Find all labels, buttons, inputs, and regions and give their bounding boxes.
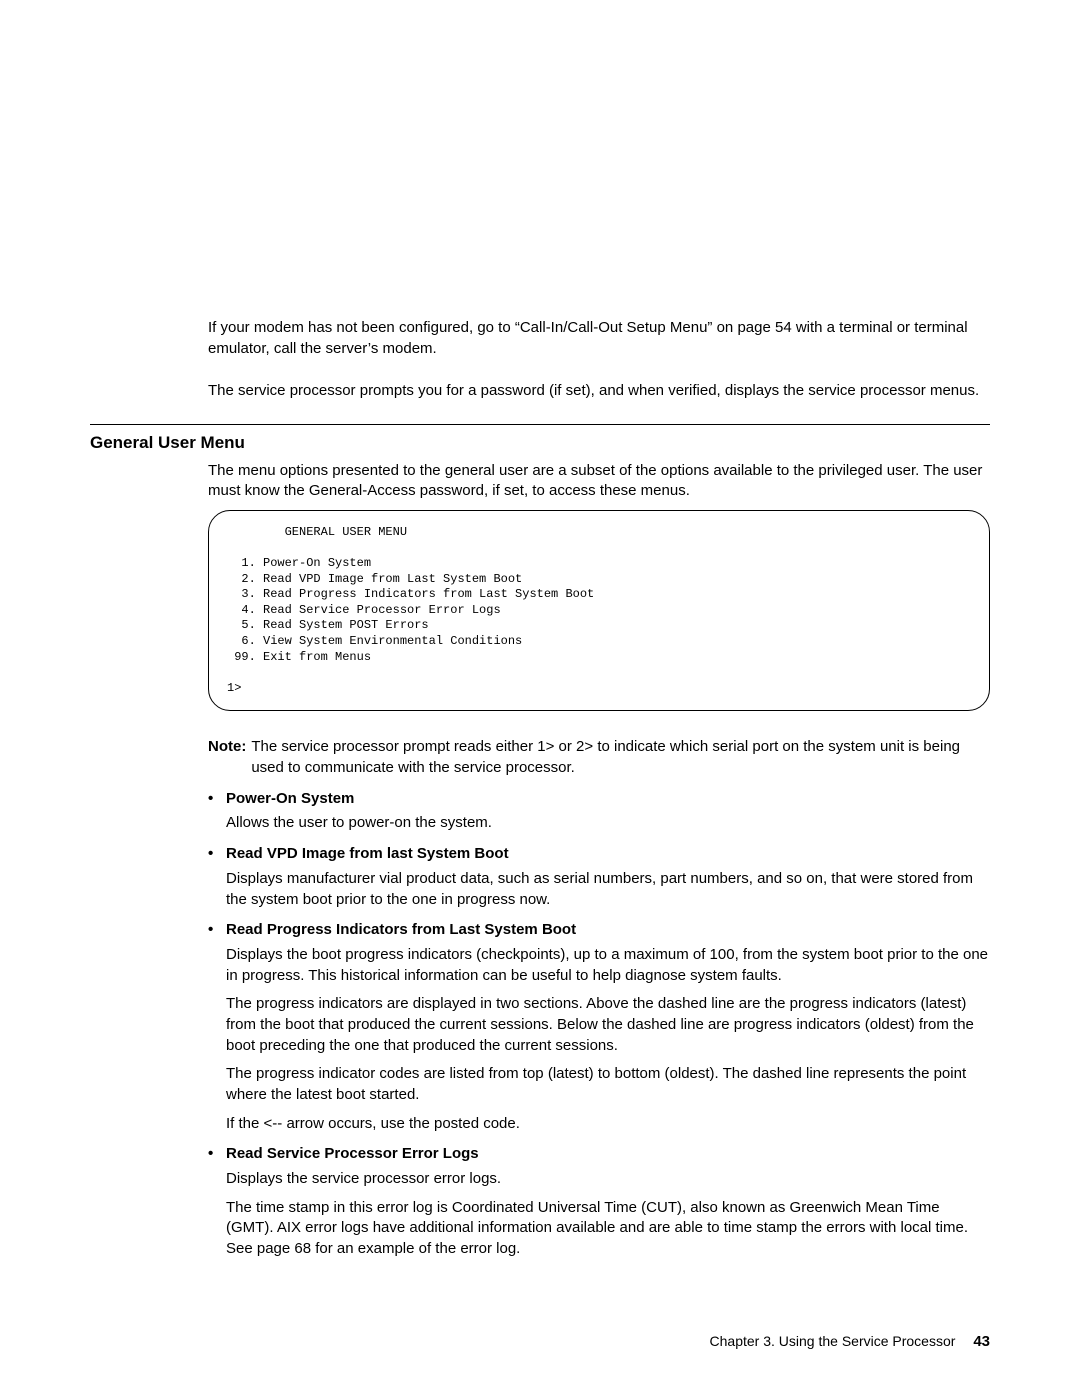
bullet-title: Read Progress Indicators from Last Syste… — [226, 920, 576, 941]
section-intro: The menu options presented to the genera… — [208, 461, 990, 502]
page-footer: Chapter 3. Using the Service Processor 4… — [90, 1332, 990, 1353]
page: If your modem has not been configured, g… — [0, 0, 1080, 1397]
intro-block: If your modem has not been configured, g… — [208, 318, 990, 402]
bullet-body: Displays the boot progress indicators (c… — [226, 945, 990, 1135]
footer-page-number: 43 — [973, 1333, 990, 1350]
bullet-dot: • — [208, 1144, 226, 1165]
bullet-paragraph: The progress indicator codes are listed … — [226, 1064, 990, 1105]
bullet-dot: • — [208, 844, 226, 865]
bullet-item: • Power-On System Allows the user to pow… — [208, 789, 990, 834]
bullet-body: Displays manufacturer vial product data,… — [226, 869, 990, 910]
section-divider — [90, 424, 990, 425]
bullet-body: Displays the service processor error log… — [226, 1169, 990, 1260]
bullet-head: • Read VPD Image from last System Boot — [208, 844, 990, 865]
bullet-paragraph: Allows the user to power-on the system. — [226, 813, 990, 834]
bullet-title: Read VPD Image from last System Boot — [226, 844, 509, 865]
bullet-title: Power-On System — [226, 789, 354, 810]
section-body: The menu options presented to the genera… — [208, 461, 990, 1260]
note-label: Note: — [208, 737, 246, 778]
bullet-dot: • — [208, 920, 226, 941]
note-text: The service processor prompt reads eithe… — [251, 737, 990, 778]
bullet-paragraph: The time stamp in this error log is Coor… — [226, 1198, 990, 1260]
bullet-head: • Read Service Processor Error Logs — [208, 1144, 990, 1165]
bullet-item: • Read Progress Indicators from Last Sys… — [208, 920, 990, 1134]
intro-paragraph-1: If your modem has not been configured, g… — [208, 318, 990, 359]
bullet-paragraph: Displays manufacturer vial product data,… — [226, 869, 990, 910]
bullet-dot: • — [208, 789, 226, 810]
note: Note: The service processor prompt reads… — [208, 737, 990, 778]
bullet-paragraph: If the <-- arrow occurs, use the posted … — [226, 1114, 990, 1135]
bullet-title: Read Service Processor Error Logs — [226, 1144, 479, 1165]
bullet-paragraph: The progress indicators are displayed in… — [226, 994, 990, 1056]
bullet-item: • Read Service Processor Error Logs Disp… — [208, 1144, 990, 1259]
bullet-list: • Power-On System Allows the user to pow… — [208, 789, 990, 1260]
bullet-body: Allows the user to power-on the system. — [226, 813, 990, 834]
menu-screen: GENERAL USER MENU 1. Power-On System 2. … — [208, 510, 990, 712]
footer-chapter: Chapter 3. Using the Service Processor — [710, 1333, 956, 1349]
intro-paragraph-2: The service processor prompts you for a … — [208, 381, 990, 402]
bullet-paragraph: Displays the boot progress indicators (c… — [226, 945, 990, 986]
bullet-paragraph: Displays the service processor error log… — [226, 1169, 990, 1190]
bullet-head: • Power-On System — [208, 789, 990, 810]
bullet-item: • Read VPD Image from last System Boot D… — [208, 844, 990, 910]
section-title: General User Menu — [90, 431, 990, 454]
bullet-head: • Read Progress Indicators from Last Sys… — [208, 920, 990, 941]
